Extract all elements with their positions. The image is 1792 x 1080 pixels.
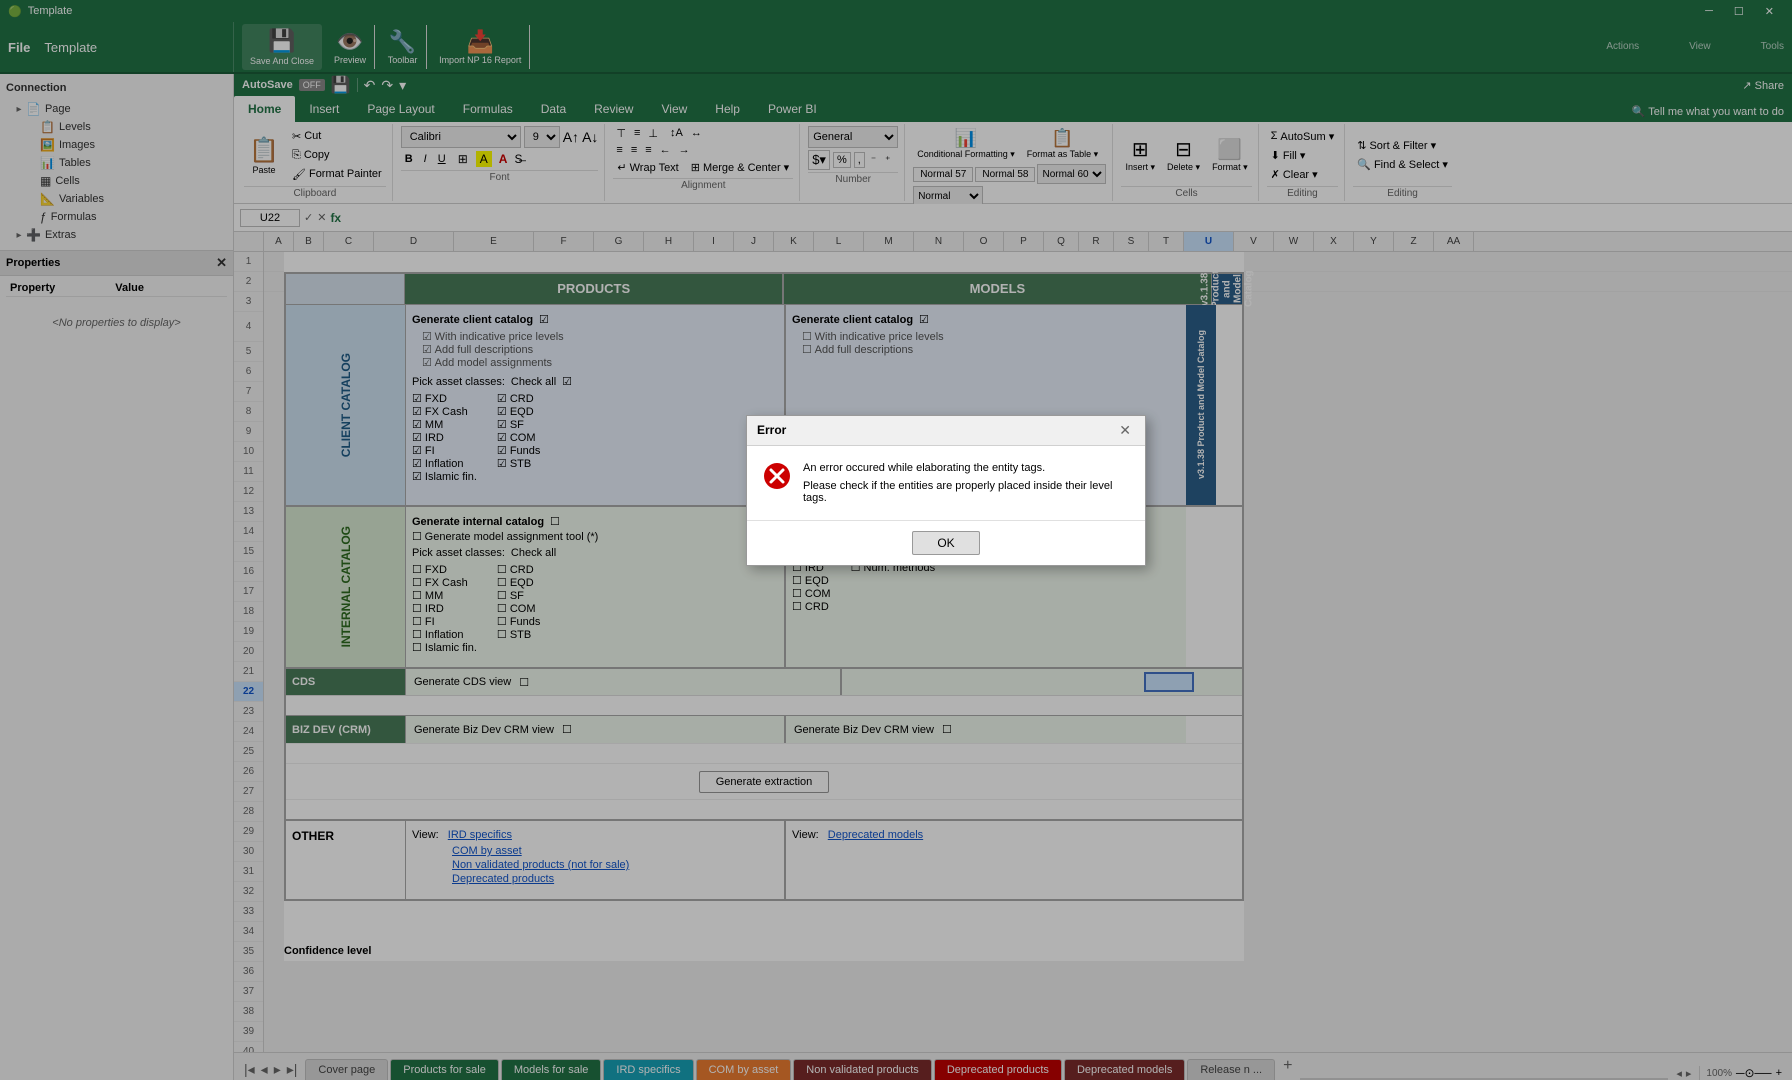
- dialog-message-line2: Please check if the entities are properl…: [803, 480, 1129, 504]
- dialog-title: Error: [757, 423, 786, 437]
- dialog-titlebar: Error ✕: [747, 416, 1145, 446]
- dialog-message: An error occured while elaborating the e…: [803, 462, 1129, 504]
- dialog-ok-button[interactable]: OK: [912, 531, 979, 555]
- dialog-close-button[interactable]: ✕: [1115, 422, 1135, 439]
- error-dialog-overlay: Error ✕ An error occured while elaborati…: [0, 0, 1792, 1080]
- dialog-message-line1: An error occured while elaborating the e…: [803, 462, 1129, 474]
- error-dialog: Error ✕ An error occured while elaborati…: [746, 415, 1146, 566]
- dialog-error-icon: [763, 462, 791, 497]
- dialog-footer: OK: [747, 520, 1145, 565]
- dialog-body: An error occured while elaborating the e…: [747, 446, 1145, 520]
